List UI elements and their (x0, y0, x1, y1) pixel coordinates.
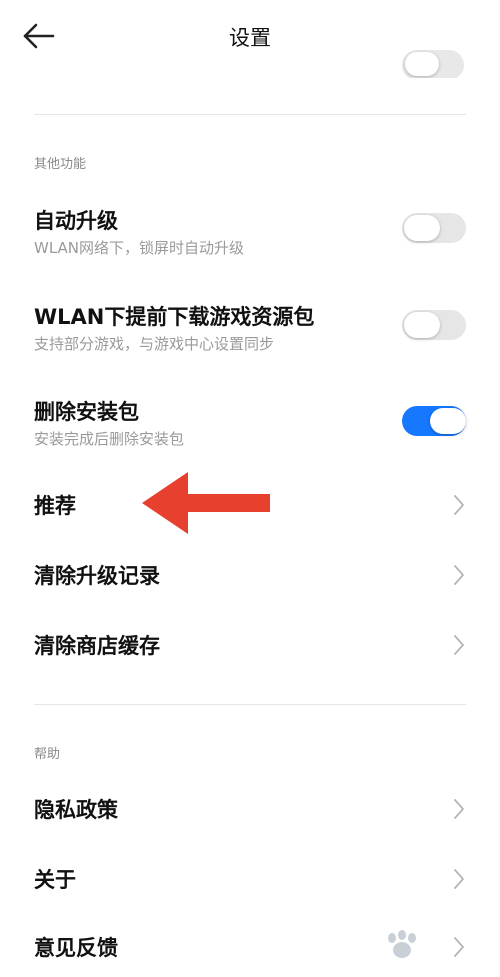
toggle-knob (405, 52, 439, 76)
setting-row-preload-resources[interactable]: WLAN下提前下载游戏资源包 支持部分游戏，与游戏中心设置同步 (0, 292, 500, 362)
toggle-knob (404, 312, 440, 338)
chevron-right-icon (454, 869, 464, 889)
setting-row-about[interactable]: 关于 (0, 848, 500, 910)
setting-row-privacy-policy[interactable]: 隐私政策 (0, 776, 500, 838)
toggle-knob (404, 215, 440, 241)
chevron-right-icon (454, 565, 464, 585)
partial-toggle-switch[interactable] (402, 50, 464, 78)
row-subtitle: 安装完成后删除安装包 (34, 430, 185, 448)
chevron-right-icon (454, 799, 464, 819)
delete-package-toggle[interactable] (402, 406, 466, 436)
row-title: 推荐 (34, 494, 76, 518)
baidu-watermark (388, 930, 416, 958)
chevron-right-icon (454, 495, 464, 515)
chevron-right-icon (454, 635, 464, 655)
row-title: 自动升级 (34, 209, 118, 233)
row-title: 删除安装包 (34, 400, 139, 424)
row-title: 清除升级记录 (34, 564, 160, 588)
setting-row-auto-upgrade[interactable]: 自动升级 WLAN网络下，锁屏时自动升级 (0, 195, 500, 265)
section-header-help: 帮助 (34, 747, 61, 762)
setting-row-clear-upgrade-records[interactable]: 清除升级记录 (0, 544, 500, 606)
toggle-knob (430, 408, 466, 434)
row-title: 清除商店缓存 (34, 634, 160, 658)
row-subtitle: WLAN网络下，锁屏时自动升级 (34, 239, 245, 257)
row-title: 隐私政策 (34, 798, 118, 822)
row-title: WLAN下提前下载游戏资源包 (34, 305, 315, 329)
section-divider (34, 704, 466, 705)
preload-resources-toggle[interactable] (402, 310, 466, 340)
row-title: 意见反馈 (34, 936, 118, 960)
auto-upgrade-toggle[interactable] (402, 213, 466, 243)
setting-row-delete-package[interactable]: 删除安装包 安装完成后删除安装包 (0, 388, 500, 458)
red-arrow-annotation (142, 472, 270, 534)
row-subtitle: 支持部分游戏，与游戏中心设置同步 (34, 335, 275, 353)
page-title: 设置 (229, 26, 271, 50)
setting-row-clear-store-cache[interactable]: 清除商店缓存 (0, 614, 500, 676)
section-header-other: 其他功能 (34, 157, 87, 172)
section-divider (34, 114, 466, 115)
row-title: 关于 (34, 868, 76, 892)
